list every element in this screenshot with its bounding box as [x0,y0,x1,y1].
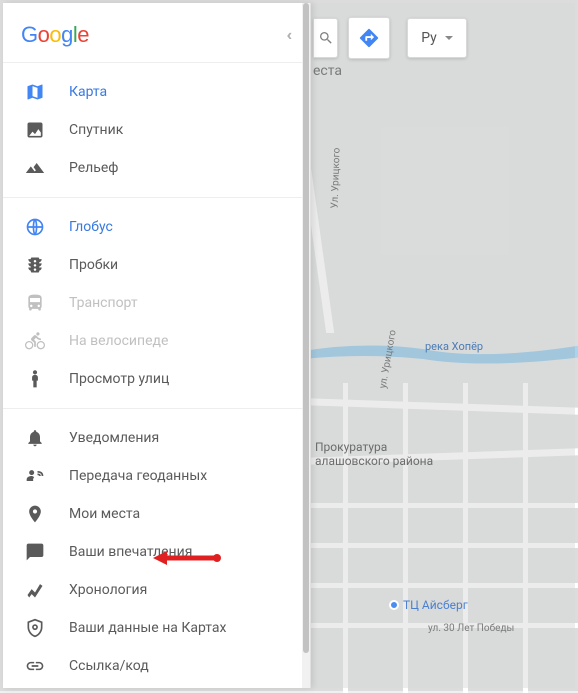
sidebar-item-globe[interactable]: Глобус [3,208,310,246]
traffic-icon [25,255,45,275]
search-box-fragment[interactable] [313,18,338,58]
directions-icon [358,27,380,49]
poi-label-1b: алашовского района [315,454,433,468]
language-label: Ру [421,30,437,46]
poi-marker[interactable]: ТЦ Айсберг [389,598,468,612]
sidebar-item-label: Рельеф [69,160,118,176]
scrollbar[interactable] [302,3,310,688]
sidebar-item-print[interactable]: Печать [3,685,310,688]
sidebar-section-view: Глобус Пробки Транспорт На велосипеде Пр… [3,197,310,408]
transit-icon [25,293,45,313]
scrollbar-thumb[interactable] [303,3,309,653]
sidebar-item-your-data[interactable]: Ваши данные на Картах [3,609,310,647]
chevron-down-icon [445,36,453,40]
collapse-sidebar-button[interactable]: ‹‹ [282,21,292,48]
search-text-fragment: еста [313,63,342,79]
sidebar-item-label: Уведомления [69,430,159,446]
satellite-icon [25,120,45,140]
sidebar-item-share-embed[interactable]: Ссылка/код [3,647,310,685]
globe-icon [25,217,45,237]
sidebar-item-label: Ссылка/код [69,658,149,674]
sidebar-section-personal: Уведомления Передача геоданных Мои места… [3,408,310,688]
poi-text: алашовского района [315,454,433,468]
sidebar-item-map[interactable]: Карта [3,73,310,111]
sidebar-item-notifications[interactable]: Уведомления [3,419,310,457]
sidebar-item-terrain[interactable]: Рельеф [3,149,310,187]
sidebar-item-label: Хронология [69,582,147,598]
sidebar-item-timeline[interactable]: Хронология [3,571,310,609]
sidebar-item-label: Глобус [69,219,113,235]
sidebar-menu: Google ‹‹ Карта Спутник Рельеф Глобус Пр… [3,3,311,688]
bike-icon [25,331,45,351]
search-icon [318,30,334,46]
poi-name: ТЦ Айсберг [403,598,468,612]
sidebar-section-layers: Карта Спутник Рельеф [3,62,310,197]
location-sharing-icon [25,466,45,486]
sidebar-item-label: На велосипеде [69,333,168,349]
sidebar-item-label: Ваши данные на Картах [69,620,226,636]
link-icon [25,656,45,676]
timeline-icon [25,580,45,600]
pin-icon [25,504,45,524]
sidebar-item-transit: Транспорт [3,284,310,322]
street-label: Ул. Урицкого [330,148,343,209]
streetview-icon [25,369,45,389]
sidebar-item-bike: На велосипеде [3,322,310,360]
sidebar-header: Google ‹‹ [3,3,310,62]
map-icon [25,82,45,102]
sidebar-item-location-sharing[interactable]: Передача геоданных [3,457,310,495]
bell-icon [25,428,45,448]
sidebar-item-label: Мои места [69,506,140,522]
sidebar-item-contributions[interactable]: Ваши впечатления [3,533,310,571]
poi-label-1: Прокуратура [315,440,387,454]
terrain-icon [25,158,45,178]
google-logo[interactable]: Google [21,22,89,48]
sidebar-item-satellite[interactable]: Спутник [3,111,310,149]
directions-button[interactable] [348,17,390,59]
poi-dot-icon [389,600,399,610]
sidebar-item-label: Спутник [69,122,123,138]
sidebar-item-label: Передача геоданных [69,468,207,484]
sidebar-item-label: Ваши впечатления [69,544,192,560]
sidebar-item-traffic[interactable]: Пробки [3,246,310,284]
poi-text: Прокуратура [315,440,387,454]
sidebar-item-my-places[interactable]: Мои места [3,495,310,533]
street-label: ул. 30 Лет Победы [428,623,514,634]
review-icon [25,542,45,562]
river-label: река Хопёр [425,340,483,353]
shield-icon [25,618,45,638]
sidebar-item-label: Карта [69,84,107,100]
sidebar-item-label: Пробки [69,257,118,273]
sidebar-item-streetview[interactable]: Просмотр улиц [3,360,310,398]
sidebar-item-label: Транспорт [69,295,138,311]
language-dropdown[interactable]: Ру [407,18,467,58]
sidebar-item-label: Просмотр улиц [69,371,169,387]
